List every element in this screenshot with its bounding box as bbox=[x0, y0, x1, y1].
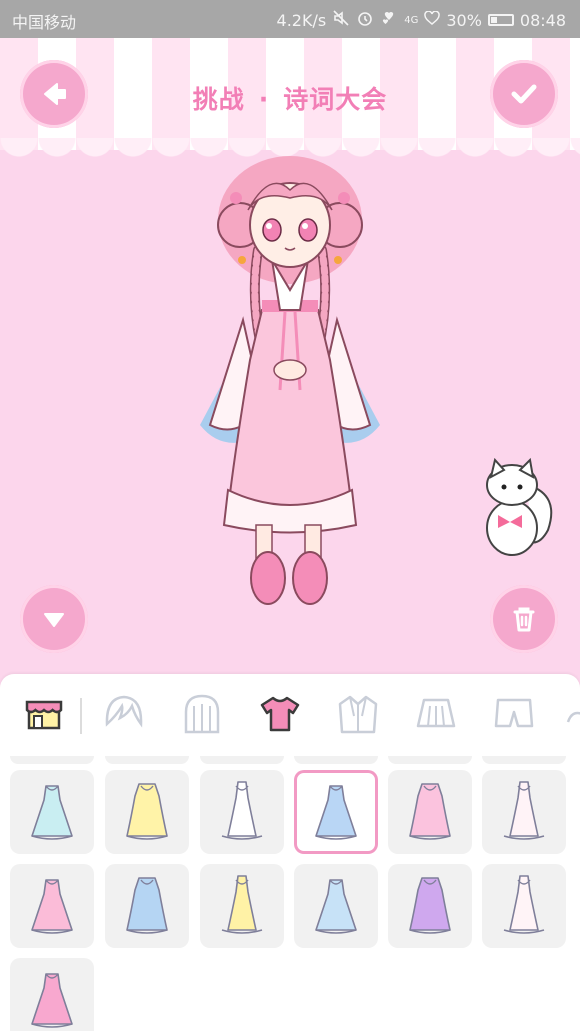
dress-item[interactable] bbox=[294, 864, 378, 948]
battery-icon bbox=[487, 14, 514, 26]
dress-item[interactable] bbox=[388, 864, 472, 948]
heart-icon bbox=[424, 9, 441, 30]
accessory-tab[interactable] bbox=[560, 692, 580, 740]
white-bow-dress-icon bbox=[488, 868, 560, 944]
dress-item[interactable] bbox=[482, 770, 566, 854]
network-speed: 4.2K/s bbox=[276, 10, 327, 30]
dress-item[interactable] bbox=[10, 770, 94, 854]
challenge-label: 挑战 bbox=[192, 85, 245, 114]
jacket-tab[interactable] bbox=[334, 692, 382, 740]
blue-hanfu-dress-icon bbox=[300, 774, 372, 850]
skirt-icon bbox=[414, 692, 458, 740]
previous-row-edge bbox=[10, 756, 580, 764]
confirm-button[interactable] bbox=[490, 60, 558, 128]
clock: 08:48 bbox=[519, 10, 566, 30]
pink-ballgown-icon bbox=[16, 868, 88, 944]
heart-double-icon bbox=[380, 10, 398, 30]
shop-tab[interactable] bbox=[20, 692, 68, 740]
challenge-theme: 诗词大会 bbox=[283, 85, 388, 114]
pink-tiered-dress-icon bbox=[16, 962, 88, 1031]
hair-back-icon bbox=[180, 692, 224, 740]
category-tabs bbox=[0, 674, 580, 756]
title-separator: · bbox=[258, 85, 270, 114]
character-stage bbox=[0, 150, 580, 675]
carrier-label: 中国移动 bbox=[12, 13, 77, 32]
top-shirt-icon bbox=[258, 692, 302, 740]
yellow-collar-dress-icon bbox=[206, 868, 278, 944]
hair-back-tab[interactable] bbox=[178, 692, 226, 740]
shop-icon bbox=[24, 694, 64, 738]
shorts-tab[interactable] bbox=[490, 692, 538, 740]
trash-button[interactable] bbox=[490, 585, 558, 653]
light-blue-dress-icon bbox=[300, 868, 372, 944]
hair-front-tab[interactable] bbox=[100, 692, 148, 740]
yellow-dress-icon bbox=[111, 774, 183, 850]
shorts-icon bbox=[492, 692, 536, 740]
dress-item[interactable] bbox=[388, 770, 472, 854]
dress-item[interactable] bbox=[105, 770, 189, 854]
dress-item[interactable] bbox=[200, 770, 284, 854]
status-icons: 4.2K/s 4G 30% 08:48 bbox=[277, 9, 566, 31]
dress-item[interactable] bbox=[10, 864, 94, 948]
white-slip-dress-icon bbox=[206, 774, 278, 850]
hair-front-icon bbox=[102, 692, 146, 740]
back-button[interactable] bbox=[20, 60, 88, 128]
checkmark-icon bbox=[511, 84, 537, 104]
white-ruffle-dress-icon bbox=[488, 774, 560, 850]
character-illustration bbox=[200, 156, 553, 605]
purple-gradient-dress-icon bbox=[394, 868, 466, 944]
dress-item[interactable] bbox=[482, 864, 566, 948]
accessory-icon bbox=[562, 692, 580, 740]
category-divider bbox=[80, 698, 82, 734]
cat-pet bbox=[486, 457, 553, 556]
battery-percent: 30% bbox=[446, 10, 482, 30]
status-bar: 中国移动 4.2K/s 4G 30% 08:48 bbox=[0, 0, 580, 38]
dress-item[interactable] bbox=[105, 864, 189, 948]
dress-item[interactable] bbox=[200, 864, 284, 948]
collapse-button[interactable] bbox=[20, 585, 88, 653]
alarm-icon bbox=[356, 9, 374, 31]
dress-item[interactable] bbox=[10, 958, 94, 1031]
page-title: 挑战 · 诗词大会 bbox=[150, 80, 430, 116]
top-shirt-tab[interactable] bbox=[256, 692, 304, 740]
mint-dress-icon bbox=[16, 774, 88, 850]
trash-icon bbox=[513, 607, 535, 632]
network-type: 4G bbox=[404, 14, 419, 26]
arrow-left-icon bbox=[44, 83, 66, 105]
skirt-tab[interactable] bbox=[412, 692, 460, 740]
wardrobe-panel bbox=[0, 674, 580, 1031]
blue-bow-dress-icon bbox=[111, 868, 183, 944]
triangle-down-icon bbox=[44, 613, 64, 627]
mute-icon bbox=[332, 9, 350, 31]
battery-fill bbox=[490, 17, 497, 23]
dress-item[interactable] bbox=[294, 770, 378, 854]
jacket-icon bbox=[336, 692, 380, 740]
pink-pinafore-dress-icon bbox=[394, 774, 466, 850]
